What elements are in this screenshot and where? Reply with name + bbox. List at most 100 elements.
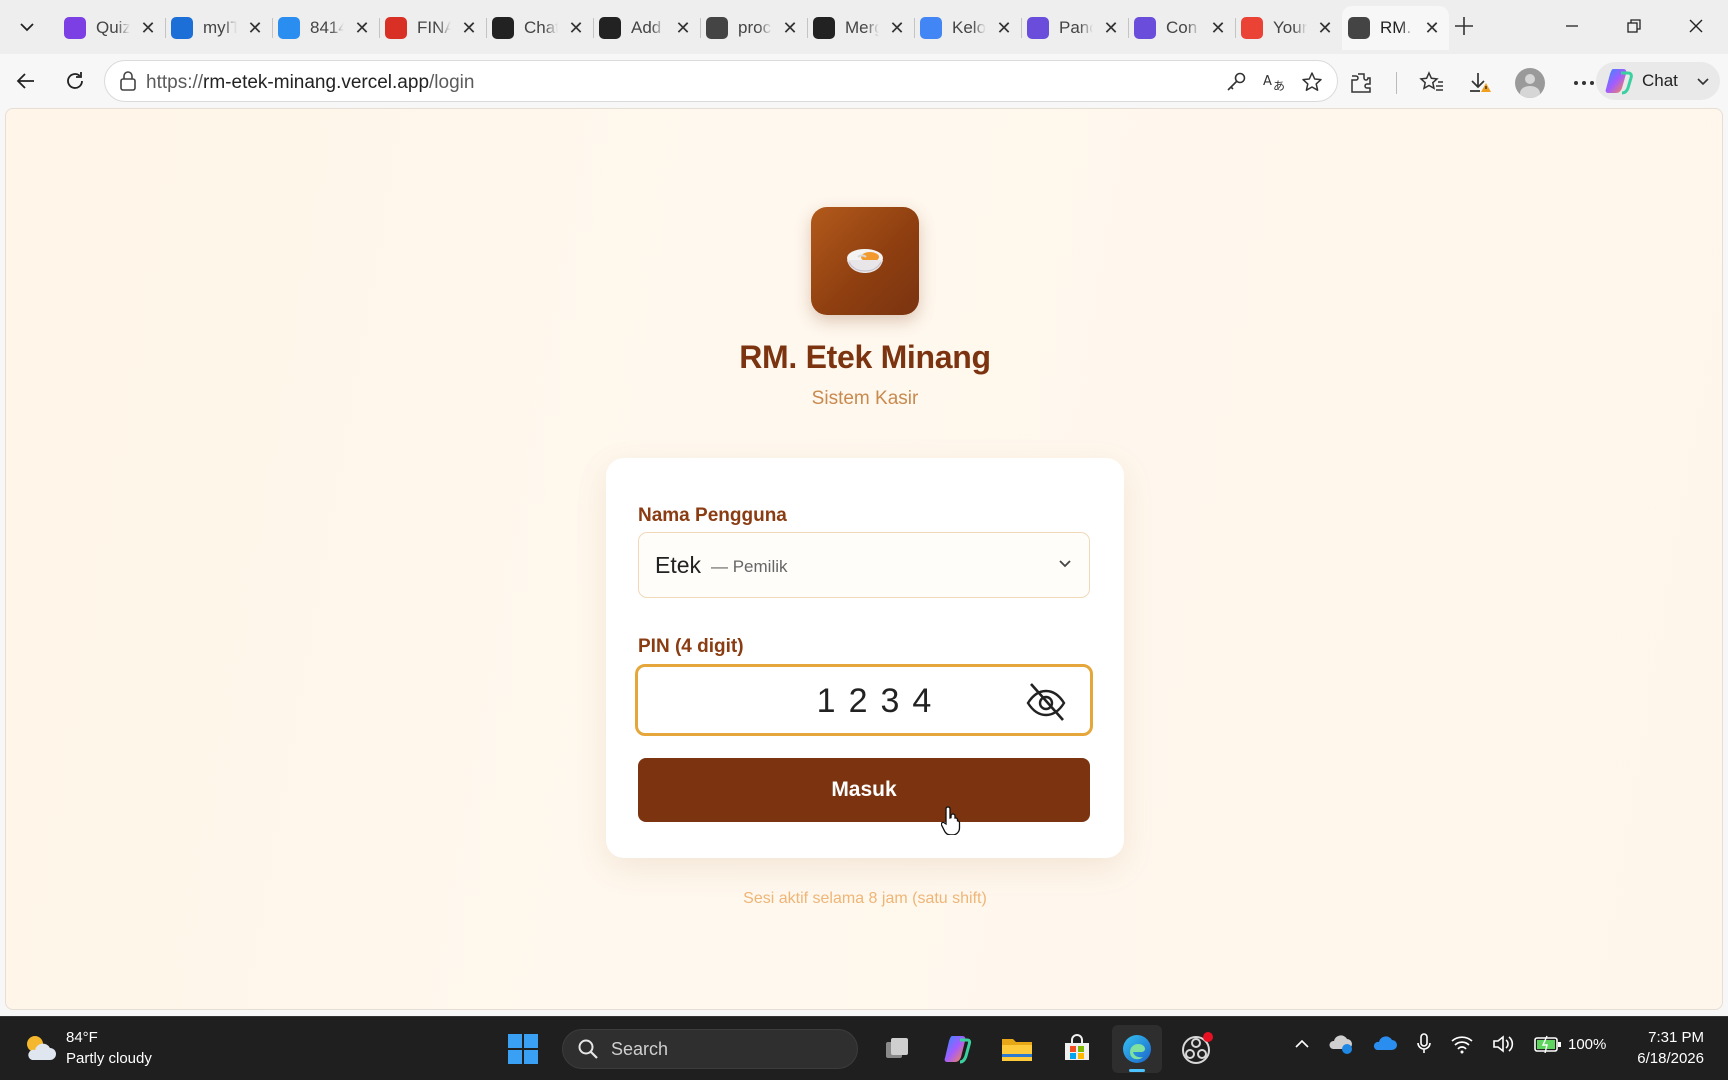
file-explorer-button[interactable]: [992, 1025, 1042, 1073]
chevron-down-icon: [1697, 78, 1709, 86]
tab-title: Con: [1166, 18, 1198, 37]
close-tab-icon[interactable]: ✕: [1209, 18, 1227, 39]
copilot-chat-button[interactable]: Chat: [1596, 62, 1720, 100]
lock-icon[interactable]: [119, 71, 137, 91]
back-button[interactable]: [8, 63, 44, 99]
translate-icon[interactable]: Aあ: [1261, 69, 1287, 95]
pin-input[interactable]: 1234: [635, 664, 1093, 736]
new-tab-button[interactable]: [1448, 10, 1480, 42]
gmail-icon: [1241, 17, 1263, 39]
browser-tab[interactable]: Kelo ✕: [914, 6, 1021, 50]
task-view-icon: [886, 1038, 908, 1058]
selected-role: — Pemilik: [711, 557, 788, 576]
g-icon: [1027, 17, 1049, 39]
browser-tab[interactable]: Add ✕: [593, 6, 700, 50]
minimize-button[interactable]: [1552, 10, 1592, 42]
browser-tab[interactable]: Panc ✕: [1021, 6, 1128, 50]
close-tab-icon[interactable]: ✕: [567, 18, 585, 39]
close-tab-icon[interactable]: ✕: [1316, 18, 1334, 39]
close-tab-icon[interactable]: ✕: [888, 18, 906, 39]
chevron-up-icon[interactable]: [1294, 1036, 1310, 1052]
downloads-icon[interactable]: [1467, 70, 1493, 96]
browser-tab[interactable]: myIT ✕: [165, 6, 272, 50]
close-tab-icon[interactable]: ✕: [139, 18, 157, 39]
browser-tab[interactable]: RM. ✕: [1342, 6, 1449, 50]
g-icon: [1134, 17, 1156, 39]
url-host: rm-etek-minang.vercel.app: [203, 72, 430, 93]
weather-widget[interactable]: 84°F Partly cloudy: [22, 1027, 152, 1069]
onedrive-sync-icon[interactable]: [1328, 1033, 1354, 1055]
globe-icon: [706, 17, 728, 39]
profile-avatar-icon[interactable]: [1515, 68, 1545, 98]
eye-off-icon: [1026, 683, 1066, 721]
close-tab-icon[interactable]: ✕: [1102, 18, 1120, 39]
pdf-icon: [385, 17, 407, 39]
close-window-button[interactable]: [1676, 10, 1716, 42]
svg-text:あ: あ: [1273, 79, 1285, 93]
close-tab-icon[interactable]: ✕: [781, 18, 799, 39]
browser-tab[interactable]: proc ✕: [700, 6, 807, 50]
browser-tab[interactable]: FINAL ✕: [379, 6, 486, 50]
battery-charging-icon: [1534, 1035, 1561, 1053]
task-view-button[interactable]: [872, 1025, 922, 1073]
copilot-icon: [1605, 69, 1633, 95]
microsoft-store-button[interactable]: [1052, 1025, 1102, 1073]
clock-time: 7:31 PM: [1648, 1029, 1704, 1046]
reload-button[interactable]: [57, 63, 93, 99]
extensions-icon[interactable]: [1348, 70, 1374, 96]
tab-actions-button[interactable]: [6, 8, 48, 46]
onedrive-icon[interactable]: [1372, 1035, 1398, 1053]
weather-temperature: 84°F: [66, 1029, 98, 1046]
close-tab-icon[interactable]: ✕: [353, 18, 371, 39]
battery-indicator[interactable]: 100%: [1534, 1035, 1606, 1053]
edge-taskbar-button[interactable]: [1112, 1025, 1162, 1073]
browser-tab[interactable]: Merge ✕: [807, 6, 914, 50]
browser-tab[interactable]: Your ✕: [1235, 6, 1342, 50]
browser-tab[interactable]: ChatGPT ✕: [486, 6, 593, 50]
battery-percentage: 100%: [1568, 1035, 1607, 1053]
tab-title: Add: [631, 18, 662, 37]
taskbar-search[interactable]: Search: [562, 1029, 858, 1069]
start-button[interactable]: [498, 1025, 548, 1073]
browser-tab[interactable]: 8414 ✕: [272, 6, 379, 50]
edge-profile-icon: [171, 17, 193, 39]
pin-value: 1234: [816, 682, 945, 720]
browser-tools: [1348, 68, 1597, 98]
more-options-icon[interactable]: [1571, 70, 1597, 96]
microphone-icon[interactable]: [1416, 1033, 1432, 1055]
password-key-icon[interactable]: [1223, 69, 1249, 95]
username-label: Nama Pengguna: [638, 505, 787, 526]
close-tab-icon[interactable]: ✕: [995, 18, 1013, 39]
tab-title: proc: [738, 18, 772, 37]
close-icon: [1689, 19, 1703, 33]
plus-icon: [1455, 17, 1473, 35]
favorites-icon[interactable]: [1419, 70, 1445, 96]
pin-visibility-toggle[interactable]: [1024, 679, 1068, 723]
tab-title: Kelo: [952, 18, 986, 37]
restore-button[interactable]: [1614, 10, 1654, 42]
browser-tab[interactable]: Quiz ✕: [58, 6, 165, 50]
close-tab-icon[interactable]: ✕: [674, 18, 692, 39]
obs-taskbar-button[interactable]: [1172, 1025, 1222, 1073]
address-bar[interactable]: https://rm-etek-minang.vercel.app/login …: [104, 60, 1338, 102]
tab-title: RM.: [1380, 18, 1412, 37]
tab-title: Merge: [845, 18, 879, 37]
wifi-icon[interactable]: [1450, 1034, 1474, 1054]
login-button[interactable]: Masuk: [638, 758, 1090, 822]
copilot-app-button[interactable]: [932, 1025, 982, 1073]
app-logo: [811, 207, 919, 315]
browser-tab[interactable]: Con ✕: [1128, 6, 1235, 50]
store-icon: [1065, 1034, 1089, 1060]
restore-icon: [1627, 19, 1641, 33]
search-icon: [578, 1039, 598, 1059]
close-tab-icon[interactable]: ✕: [1423, 18, 1441, 39]
url-text[interactable]: https://rm-etek-minang.vercel.app/login: [146, 72, 474, 94]
hand-cursor-icon: [941, 806, 961, 835]
close-tab-icon[interactable]: ✕: [246, 18, 264, 39]
url-scheme: https://: [146, 72, 204, 93]
close-tab-icon[interactable]: ✕: [460, 18, 478, 39]
username-select[interactable]: Etek — Pemilik: [638, 532, 1090, 598]
system-clock[interactable]: 7:31 PM 6/18/2026: [1620, 1027, 1704, 1069]
favorite-star-icon[interactable]: [1299, 69, 1325, 95]
volume-icon[interactable]: [1492, 1034, 1516, 1054]
